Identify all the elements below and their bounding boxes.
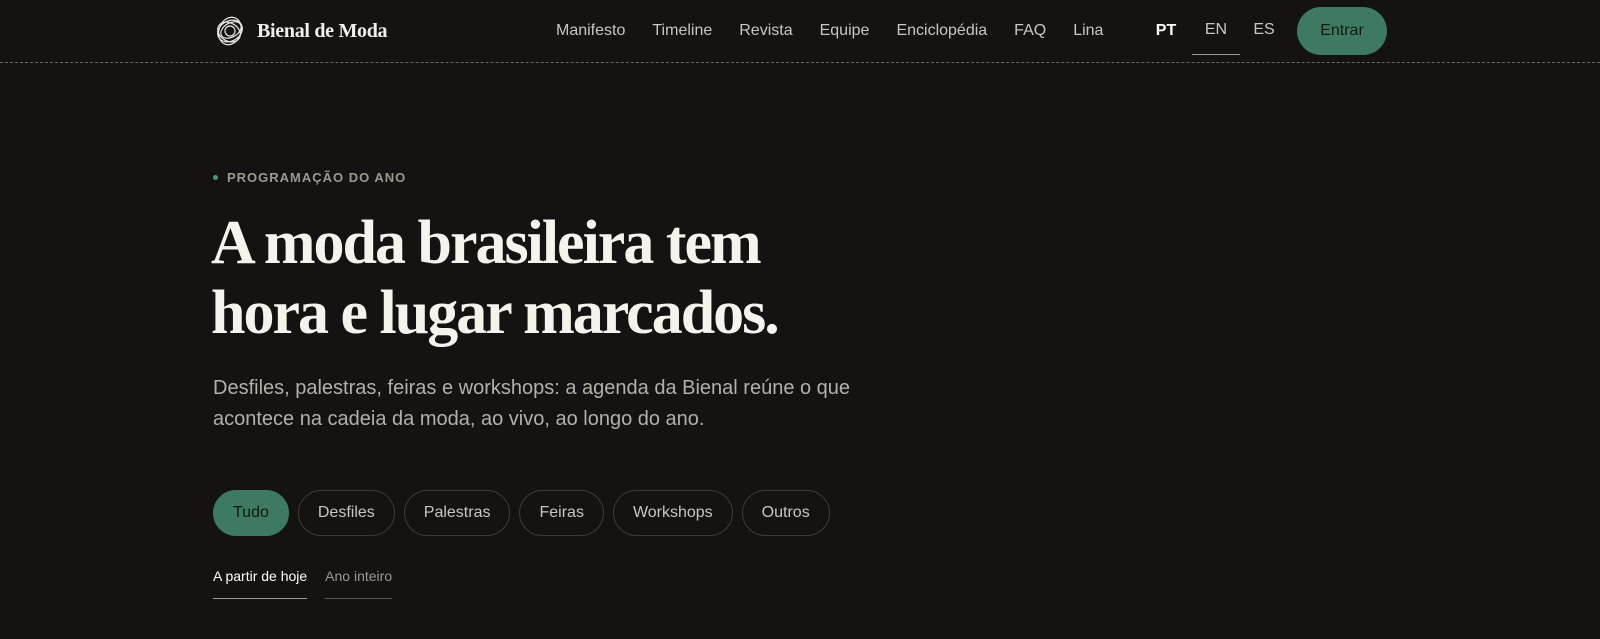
eyebrow-text: PROGRAMAÇÃO DO ANO (227, 170, 407, 185)
nav-item-timeline[interactable]: Timeline (652, 22, 712, 40)
title-line-2: hora e lugar marcados. (211, 279, 780, 347)
tab-full-year[interactable]: Ano inteiro (325, 568, 393, 599)
nav-item-manifesto[interactable]: Manifesto (556, 22, 625, 40)
filter-feiras[interactable]: Feiras (519, 490, 604, 536)
hero-description: Desfiles, palestras, feiras e workshops:… (213, 377, 851, 430)
eyebrow-dot-icon (213, 175, 218, 180)
date-range-tabs: A partir de hoje Ano inteiro (213, 568, 393, 599)
filter-desfiles[interactable]: Desfiles (297, 490, 395, 536)
section-eyebrow: PROGRAMAÇÃO DO ANO (213, 170, 406, 185)
brand-name: Bienal de Moda (257, 19, 388, 42)
lang-es[interactable]: ES (1240, 0, 1288, 62)
title-line-1: A moda brasileira tem (211, 209, 762, 277)
page-title: A moda brasileira tem hora e lugar marca… (211, 208, 911, 348)
lang-pt[interactable]: PT (1140, 0, 1192, 62)
scribble-logo-icon (217, 16, 243, 46)
category-filters: Tudo Desfiles Palestras Feiras Workshops… (213, 490, 830, 536)
filter-outros[interactable]: Outros (741, 490, 830, 536)
nav-item-revista[interactable]: Revista (739, 22, 792, 40)
nav-item-faq[interactable]: FAQ (1014, 22, 1046, 40)
lang-en[interactable]: EN (1192, 0, 1240, 55)
tab-from-today[interactable]: A partir de hoje (213, 568, 308, 599)
site-header: Bienal de Moda Manifesto Timeline Revist… (0, 0, 1600, 63)
brand-logo[interactable]: Bienal de Moda (213, 14, 388, 48)
nav-item-enciclopedia[interactable]: Enciclopédia (896, 22, 987, 40)
language-switcher: PT EN ES (1140, 0, 1288, 62)
filter-workshops[interactable]: Workshops (612, 490, 733, 536)
nav-item-equipe[interactable]: Equipe (820, 22, 870, 40)
login-button[interactable]: Entrar (1297, 7, 1387, 55)
filter-palestras[interactable]: Palestras (403, 490, 511, 536)
nav-item-lina[interactable]: Lina (1073, 22, 1103, 40)
main-nav: Manifesto Timeline Revista Equipe Encicl… (556, 0, 1130, 62)
filter-tudo[interactable]: Tudo (213, 490, 289, 536)
